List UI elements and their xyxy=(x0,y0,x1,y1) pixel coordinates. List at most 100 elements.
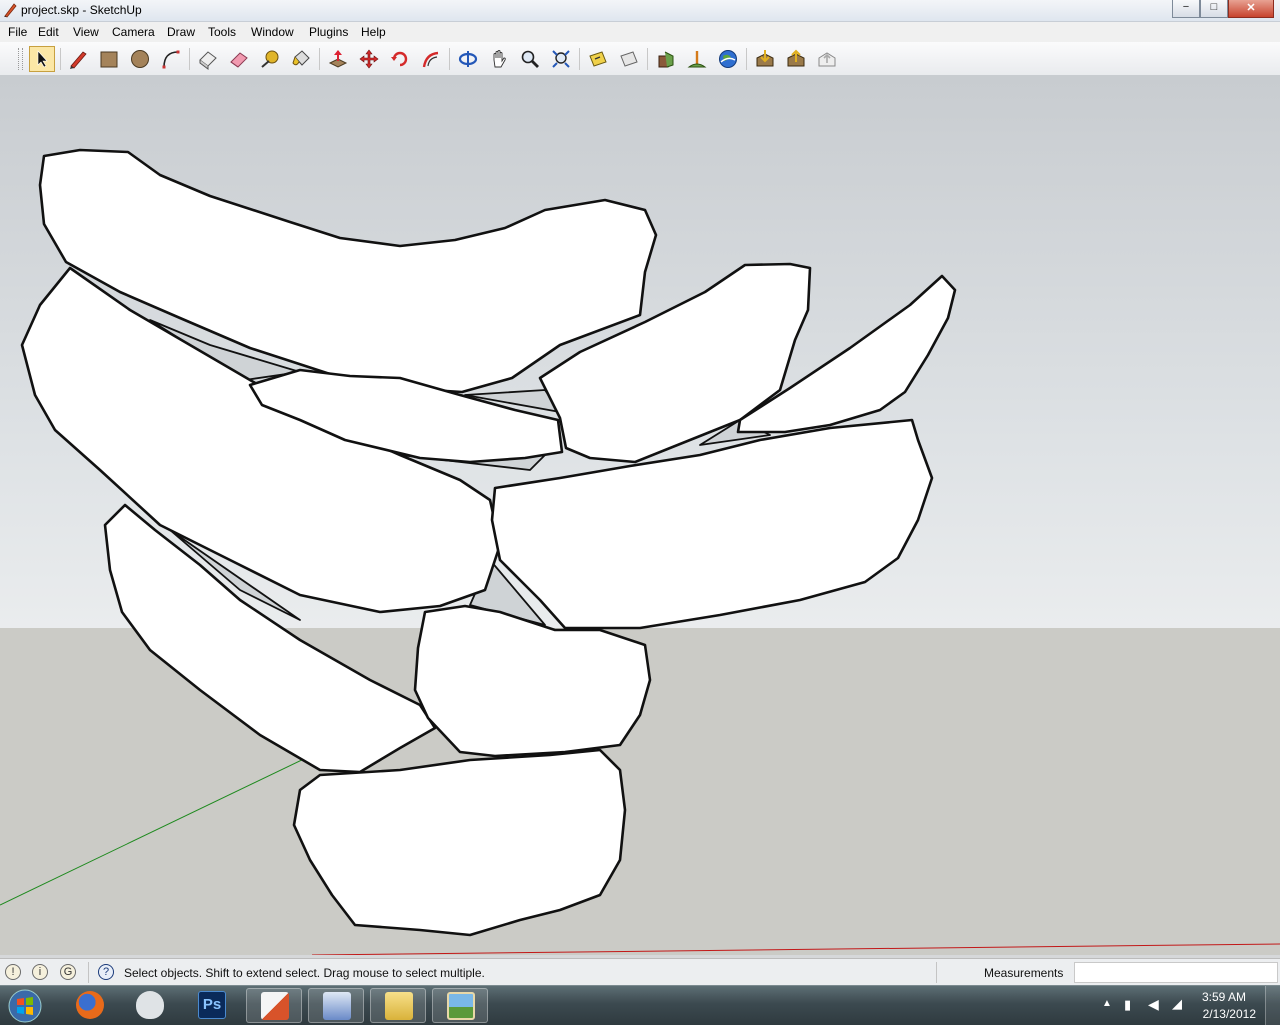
sketchup-icon xyxy=(261,992,289,1020)
component-icon xyxy=(199,51,217,70)
taskbar-photoshop[interactable]: Ps xyxy=(184,988,240,1023)
next-view-tool[interactable] xyxy=(616,46,642,72)
network-icon[interactable]: ◢ xyxy=(1172,996,1182,1012)
menu-bar: File Edit View Camera Draw Tools Window … xyxy=(0,22,1280,42)
title-bar: project.skp - SketchUp − □ ✕ xyxy=(0,0,1280,22)
arc-tool[interactable] xyxy=(158,46,184,72)
close-button[interactable]: ✕ xyxy=(1228,0,1274,18)
zoom-tool[interactable] xyxy=(517,46,543,72)
component-share-icon xyxy=(818,52,836,67)
measurements-input[interactable] xyxy=(1074,962,1278,983)
status-divider xyxy=(88,962,89,983)
menu-file[interactable]: File xyxy=(8,25,27,39)
sign-in-icon[interactable]: G xyxy=(60,964,76,980)
rotate-tool[interactable] xyxy=(387,46,413,72)
volume-icon[interactable]: ◀ xyxy=(1148,996,1159,1013)
menu-edit[interactable]: Edit xyxy=(38,25,59,39)
push-pull-tool[interactable] xyxy=(325,46,351,72)
instructor-help-icon[interactable]: ? xyxy=(98,964,114,980)
previous-view-tool[interactable] xyxy=(585,46,611,72)
menu-window[interactable]: Window xyxy=(251,25,294,39)
orbit-tool[interactable] xyxy=(455,46,481,72)
clock-time[interactable]: 3:59 AM xyxy=(1202,990,1246,1004)
eraser-tool[interactable] xyxy=(226,46,252,72)
eraser-icon xyxy=(230,52,248,68)
folder-view-icon xyxy=(589,51,607,67)
share-model-tool[interactable] xyxy=(783,46,809,72)
follow-me-tool[interactable] xyxy=(418,46,444,72)
toolbar-separator xyxy=(746,48,747,70)
zoom-extents-tool[interactable] xyxy=(548,46,574,72)
move-tool[interactable] xyxy=(356,46,382,72)
make-component-tool[interactable] xyxy=(195,46,221,72)
folder-icon xyxy=(385,992,413,1020)
maximize-button[interactable]: □ xyxy=(1200,0,1228,18)
status-bar: ! i G ? Select objects. Shift to extend … xyxy=(0,958,1280,986)
status-divider xyxy=(936,962,937,983)
menu-plugins[interactable]: Plugins xyxy=(309,25,348,39)
show-desktop-button[interactable] xyxy=(1265,986,1280,1025)
circle-icon xyxy=(131,50,149,68)
globe-icon xyxy=(719,50,737,68)
stone-bottom xyxy=(292,748,627,937)
pan-tool[interactable] xyxy=(486,46,512,72)
select-tool[interactable] xyxy=(29,46,55,72)
credits-icon[interactable]: i xyxy=(32,964,48,980)
taskbar-alien[interactable] xyxy=(122,988,178,1023)
maximize-icon: □ xyxy=(1210,1,1218,13)
menu-camera[interactable]: Camera xyxy=(112,25,155,39)
pencil-icon xyxy=(70,51,87,69)
system-tray: ▲ ▮ ◀ ◢ 3:59 AM 2/13/2012 xyxy=(1090,986,1280,1025)
toolbar-separator xyxy=(579,48,580,70)
taskbar-sketchup[interactable] xyxy=(246,988,302,1023)
toolbar-grip[interactable] xyxy=(18,48,23,70)
rotate-icon xyxy=(391,51,408,67)
toolbar-separator xyxy=(449,48,450,70)
taskbar: Ps ▲ ▮ ◀ ◢ 3:59 AM 2/13/2012 xyxy=(0,985,1280,1025)
power-icon[interactable]: ▮ xyxy=(1124,997,1131,1013)
location-icon xyxy=(658,51,674,68)
add-location-tool[interactable] xyxy=(653,46,679,72)
taskbar-photo-viewer[interactable] xyxy=(432,988,488,1023)
zoom-extents-icon xyxy=(552,50,570,68)
red-axis xyxy=(311,943,1280,955)
geolocation-icon[interactable]: ! xyxy=(5,964,21,980)
window-title: project.skp - SketchUp xyxy=(21,3,142,17)
stone-faces xyxy=(20,148,957,937)
close-icon: ✕ xyxy=(1246,2,1256,14)
magnifier-icon xyxy=(521,50,539,68)
get-models-tool[interactable] xyxy=(752,46,778,72)
firefox-icon xyxy=(76,991,104,1019)
start-button[interactable] xyxy=(2,987,48,1025)
model-viewport[interactable] xyxy=(0,75,1280,955)
measurements-label: Measurements xyxy=(984,966,1064,980)
menu-draw[interactable]: Draw xyxy=(167,25,195,39)
menu-help[interactable]: Help xyxy=(361,25,386,39)
taskbar-firefox[interactable] xyxy=(62,988,118,1023)
show-hidden-icons-icon[interactable]: ▲ xyxy=(1102,998,1112,1009)
line-tool[interactable] xyxy=(65,46,91,72)
rectangle-icon xyxy=(100,51,118,68)
share-component-tool[interactable] xyxy=(814,46,840,72)
menu-tools[interactable]: Tools xyxy=(208,25,236,39)
status-message: Select objects. Shift to extend select. … xyxy=(124,966,485,980)
photoshop-icon: Ps xyxy=(198,991,226,1019)
menu-view[interactable]: View xyxy=(73,25,99,39)
circle-tool[interactable] xyxy=(127,46,153,72)
rectangle-tool[interactable] xyxy=(96,46,122,72)
toggle-terrain-tool[interactable] xyxy=(684,46,710,72)
warehouse-down-icon xyxy=(756,50,774,67)
hand-icon xyxy=(493,50,506,68)
tape-measure-tool[interactable] xyxy=(257,46,283,72)
orbit-icon xyxy=(458,51,478,67)
taskbar-explorer[interactable] xyxy=(370,988,426,1023)
taskbar-display[interactable] xyxy=(308,988,364,1023)
minimize-button[interactable]: − xyxy=(1172,0,1200,18)
green-axis xyxy=(0,756,309,906)
toolbar-separator xyxy=(319,48,320,70)
paint-bucket-tool[interactable] xyxy=(288,46,314,72)
toolbar-separator xyxy=(60,48,61,70)
alien-icon xyxy=(136,991,164,1019)
clock-date[interactable]: 2/13/2012 xyxy=(1203,1007,1256,1021)
google-earth-tool[interactable] xyxy=(715,46,741,72)
